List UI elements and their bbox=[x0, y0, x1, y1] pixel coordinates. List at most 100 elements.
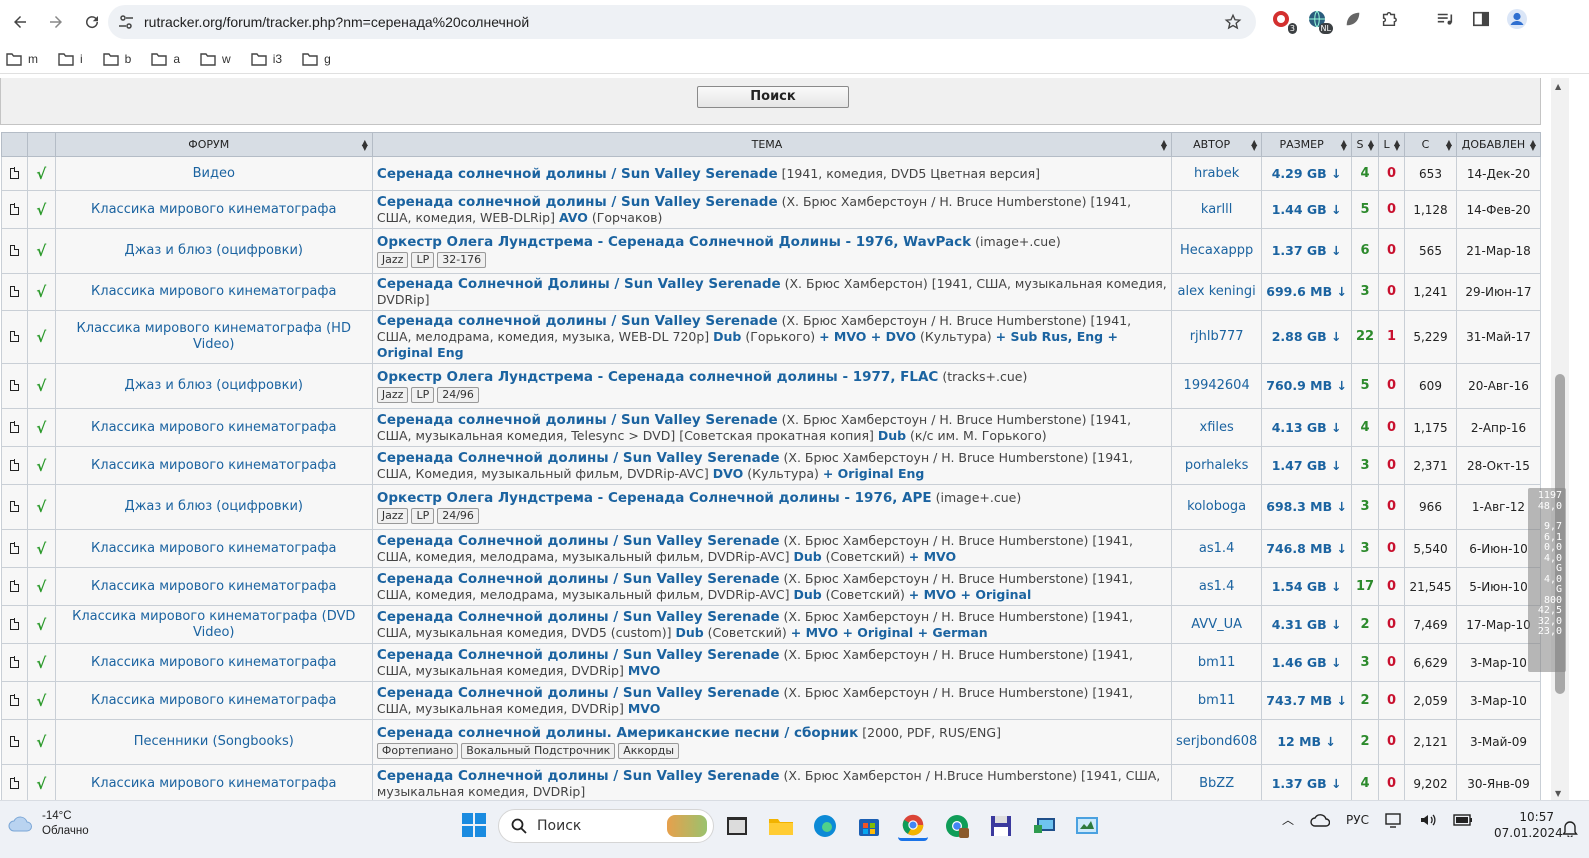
back-button[interactable] bbox=[4, 6, 36, 38]
topic-link[interactable]: Серенада солнечной долины / Sun Valley S… bbox=[377, 194, 778, 210]
topic-cell[interactable]: Серенада Солнечной Долины / Sun Valley S… bbox=[371, 273, 1173, 311]
author-link[interactable]: karlll bbox=[1201, 202, 1232, 217]
system-clock[interactable]: 10:57 07.01.2024 bbox=[1494, 809, 1563, 841]
file-cell[interactable] bbox=[1, 156, 28, 191]
tag[interactable]: 24/96 bbox=[437, 386, 479, 403]
header-seeders[interactable]: S ▲ ▼ bbox=[1350, 132, 1380, 157]
tag[interactable]: Аккорды bbox=[618, 742, 680, 759]
size-cell[interactable]: 12 MB ↓ bbox=[1261, 719, 1352, 765]
author-link[interactable]: rjhlb777 bbox=[1190, 329, 1244, 344]
taskbar-app-store[interactable] bbox=[854, 811, 884, 841]
size-cell[interactable]: 4.29 GB ↓ bbox=[1261, 156, 1352, 191]
topic-link[interactable]: Серенада Солнечной долины / Sun Valley S… bbox=[377, 768, 780, 784]
topic-link[interactable]: Серенада солнечной долины. Американские … bbox=[377, 725, 858, 741]
author-link[interactable]: bm11 bbox=[1198, 693, 1235, 708]
forum-link[interactable]: Классика мирового кинематографа bbox=[91, 776, 336, 791]
taskbar-search[interactable]: Поиск bbox=[498, 809, 714, 843]
size-cell[interactable]: 2.88 GB ↓ bbox=[1261, 310, 1352, 364]
file-cell[interactable] bbox=[1, 605, 28, 644]
forum-link[interactable]: Классика мирового кинематографа bbox=[91, 420, 336, 435]
onedrive-cloud-icon[interactable] bbox=[1310, 813, 1331, 827]
topic-cell[interactable]: Серенада Солнечной долины / Sun Valley S… bbox=[371, 764, 1173, 800]
download-link[interactable]: 1.44 GB ↓ bbox=[1272, 202, 1342, 217]
file-cell[interactable] bbox=[1, 764, 28, 800]
chevron-up-icon[interactable]: ︿ bbox=[1282, 811, 1294, 828]
author-cell[interactable]: xfiles bbox=[1171, 408, 1263, 447]
topic-cell[interactable]: Серенада солнечной долины. Американские … bbox=[371, 719, 1173, 765]
download-link[interactable]: 12 MB ↓ bbox=[1277, 734, 1336, 749]
topic-cell[interactable]: Оркестр Олега Лундстрема - Серенада Солн… bbox=[371, 484, 1173, 530]
battery-icon[interactable] bbox=[1453, 813, 1473, 827]
topic-link[interactable]: Серенада Солнечной долины / Sun Valley S… bbox=[377, 533, 780, 549]
table-row[interactable]: √ Классика мирового кинематографа Серенада… bbox=[1, 190, 1542, 229]
extension-button-1[interactable]: 3 bbox=[1270, 8, 1297, 34]
header-added[interactable]: ДОБАВЛЕН ▲ ▼ bbox=[1455, 132, 1542, 157]
download-link[interactable]: 743.7 MB ↓ bbox=[1266, 693, 1347, 708]
search-button[interactable]: Поиск bbox=[697, 86, 849, 108]
topic-link[interactable]: Серенада Солнечной долины / Sun Valley S… bbox=[377, 647, 780, 663]
extensions-menu-button[interactable] bbox=[1378, 8, 1400, 30]
page-scrollbar[interactable]: ▲ ▼ bbox=[1551, 78, 1569, 800]
forum-link[interactable]: Классика мирового кинематографа bbox=[91, 284, 336, 299]
scroll-down-arrow-icon[interactable]: ▼ bbox=[1555, 789, 1561, 798]
topic-cell[interactable]: Оркестр Олега Лундстрема - Серенада солн… bbox=[371, 363, 1173, 409]
topic-link[interactable]: Оркестр Олега Лундстрема - Серенада Солн… bbox=[377, 234, 971, 250]
profile-button[interactable] bbox=[1506, 8, 1528, 30]
author-link[interactable]: serjbond608 bbox=[1176, 734, 1257, 749]
author-link[interactable]: AVV_UA bbox=[1191, 617, 1242, 632]
file-cell[interactable] bbox=[1, 681, 28, 720]
file-cell[interactable] bbox=[1, 190, 28, 229]
topic-cell[interactable]: Серенада Солнечной долины / Sun Valley S… bbox=[371, 529, 1173, 568]
forum-link[interactable]: Классика мирового кинематографа bbox=[91, 693, 336, 708]
forum-link[interactable]: Джаз и блюз (оцифровки) bbox=[125, 243, 303, 258]
notification-bell-icon[interactable] bbox=[1562, 819, 1578, 837]
topic-link[interactable]: Серенада солнечной долины / Sun Valley S… bbox=[377, 166, 778, 182]
topic-link[interactable]: Серенада солнечной долины / Sun Valley S… bbox=[377, 412, 778, 428]
forum-cell[interactable]: Классика мирового кинематографа (DVD Vid… bbox=[54, 605, 373, 644]
tag[interactable]: Jazz bbox=[376, 507, 409, 524]
download-link[interactable]: 746.8 MB ↓ bbox=[1266, 541, 1347, 556]
forum-link[interactable]: Джаз и блюз (оцифровки) bbox=[125, 499, 303, 514]
file-cell[interactable] bbox=[1, 446, 28, 485]
table-row[interactable]: √ Классика мирового кинематографа Серенада… bbox=[1, 446, 1542, 485]
forum-cell[interactable]: Джаз и блюз (оцифровки) bbox=[54, 363, 373, 409]
forum-link[interactable]: Классика мирового кинематографа (HD Vide… bbox=[77, 321, 351, 352]
tag[interactable]: 32-176 bbox=[437, 251, 487, 268]
weather-widget[interactable]: -14°C Облачно bbox=[8, 809, 89, 839]
table-row[interactable]: √ Классика мирового кинематографа Серенада… bbox=[1, 529, 1542, 568]
forum-cell[interactable]: Джаз и блюз (оцифровки) bbox=[54, 228, 373, 274]
author-cell[interactable]: hrabek bbox=[1171, 156, 1263, 191]
table-row[interactable]: √ Классика мирового кинематографа (DVD Vi… bbox=[1, 605, 1542, 644]
taskbar-app-remote[interactable] bbox=[1030, 811, 1060, 841]
author-cell[interactable]: 19942604 bbox=[1171, 363, 1263, 409]
table-row[interactable]: √ Джаз и блюз (оцифровки) Оркестр Олега Лу… bbox=[1, 228, 1542, 274]
download-link[interactable]: 1.46 GB ↓ bbox=[1272, 655, 1342, 670]
header-forum[interactable]: ФОРУМ ▲ ▼ bbox=[54, 132, 373, 157]
forum-cell[interactable]: Классика мирового кинематографа bbox=[54, 273, 373, 311]
forum-cell[interactable]: Классика мирового кинематографа bbox=[54, 567, 373, 606]
address-bar[interactable]: rutracker.org/forum/tracker.php?nm=серен… bbox=[108, 5, 1256, 39]
size-cell[interactable]: 743.7 MB ↓ bbox=[1261, 681, 1352, 720]
table-row[interactable]: √ Классика мирового кинематографа (HD Vid… bbox=[1, 310, 1542, 364]
download-link[interactable]: 2.88 GB ↓ bbox=[1272, 329, 1342, 344]
author-cell[interactable]: BbZZ bbox=[1171, 764, 1263, 800]
size-cell[interactable]: 760.9 MB ↓ bbox=[1261, 363, 1352, 409]
author-cell[interactable]: rjhlb777 bbox=[1171, 310, 1263, 364]
bookmark-folder-m[interactable]: m bbox=[6, 52, 38, 66]
download-link[interactable]: 4.31 GB ↓ bbox=[1272, 617, 1342, 632]
forum-link[interactable]: Классика мирового кинематографа (DVD Vid… bbox=[72, 609, 355, 640]
topic-link[interactable]: Оркестр Олега Лундстрема - Серенада солн… bbox=[377, 369, 938, 385]
forum-cell[interactable]: Классика мирового кинематографа bbox=[54, 190, 373, 229]
header-completed[interactable]: C ▲ ▼ bbox=[1404, 132, 1457, 157]
topic-cell[interactable]: Оркестр Олега Лундстрема - Серенада Солн… bbox=[371, 228, 1173, 274]
author-cell[interactable]: bm11 bbox=[1171, 643, 1263, 682]
file-cell[interactable] bbox=[1, 363, 28, 409]
tag[interactable]: Jazz bbox=[376, 386, 409, 403]
author-cell[interactable]: karlll bbox=[1171, 190, 1263, 229]
topic-cell[interactable]: Серенада Солнечной долины / Sun Valley S… bbox=[371, 446, 1173, 485]
table-row[interactable]: √ Классика мирового кинематографа Серенада… bbox=[1, 273, 1542, 311]
header-size[interactable]: РАЗМЕР ▲ ▼ bbox=[1261, 132, 1352, 157]
bookmark-folder-g[interactable]: g bbox=[302, 52, 331, 66]
download-link[interactable]: 760.9 MB ↓ bbox=[1266, 378, 1347, 393]
forum-cell[interactable]: Классика мирового кинематографа bbox=[54, 643, 373, 682]
